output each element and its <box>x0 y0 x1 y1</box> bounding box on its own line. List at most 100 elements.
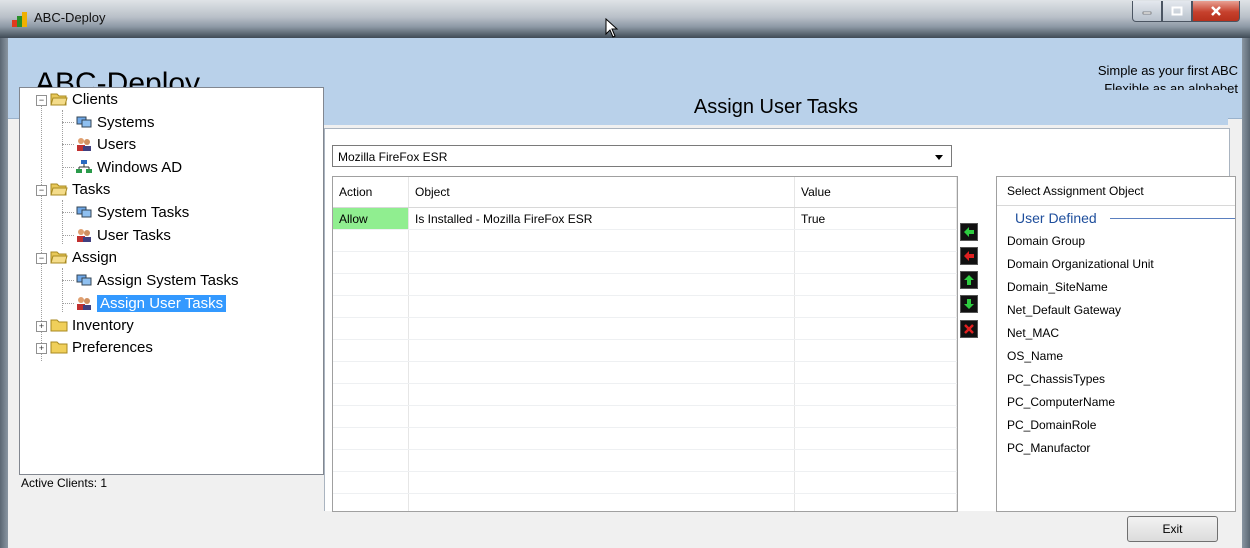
grid-header-row: Action Object Value <box>333 177 957 208</box>
tree-item-windows-ad[interactable]: Windows AD <box>75 156 182 178</box>
move-up-button[interactable] <box>960 271 978 289</box>
list-item[interactable]: PC_Manufactor <box>997 437 1235 460</box>
tree-item-label: User Tasks <box>97 226 171 244</box>
tree-connector <box>62 280 74 281</box>
delete-x-icon <box>964 324 974 334</box>
list-item[interactable]: OS_Name <box>997 345 1235 368</box>
table-row-empty <box>333 383 957 406</box>
computers-icon <box>76 206 92 218</box>
maximize-icon <box>1171 6 1183 16</box>
list-item[interactable]: Domain Group <box>997 230 1235 253</box>
tree-item-systems[interactable]: Systems <box>75 111 155 133</box>
tree-item-user-tasks[interactable]: User Tasks <box>75 224 171 246</box>
expand-inventory-toggle[interactable]: + <box>36 321 47 332</box>
list-item[interactable]: Net_Default Gateway <box>997 299 1235 322</box>
close-icon <box>1211 6 1221 16</box>
users-icon <box>77 297 91 310</box>
tree-item-clients[interactable]: Clients <box>50 88 118 110</box>
exit-button[interactable]: Exit <box>1127 516 1218 542</box>
list-item[interactable]: PC_ChassisTypes <box>997 368 1235 391</box>
list-item[interactable]: Domain_SiteName <box>997 276 1235 299</box>
status-active-clients: Active Clients: 1 <box>21 476 108 490</box>
group-label: User Defined <box>1015 210 1097 226</box>
panel-title: Assign User Tasks <box>324 90 1228 125</box>
open-folder-icon <box>50 93 68 106</box>
table-row-empty <box>333 361 957 384</box>
task-select-value: Mozilla FireFox ESR <box>338 150 448 164</box>
tree-connector <box>62 268 63 312</box>
cell-value[interactable]: True <box>794 207 957 230</box>
maximize-button[interactable] <box>1162 1 1192 22</box>
tree-item-label: Users <box>97 135 137 153</box>
tree-item-label: Windows AD <box>97 158 183 176</box>
collapse-tasks-toggle[interactable]: − <box>36 185 47 196</box>
list-item[interactable]: PC_DomainRole <box>997 414 1235 437</box>
remove-assignment-button[interactable] <box>960 247 978 265</box>
tree-item-label: Assign <box>72 248 118 266</box>
collapse-assign-toggle[interactable]: − <box>36 253 47 264</box>
tree-item-tasks[interactable]: Tasks <box>50 178 110 200</box>
tree-item-assign[interactable]: Assign <box>50 246 117 268</box>
table-row-empty <box>333 229 957 252</box>
list-item[interactable]: PC_ComputerName <box>997 391 1235 414</box>
tree-item-inventory[interactable]: Inventory <box>50 314 134 336</box>
network-tree-icon <box>76 160 92 173</box>
window-frame-left <box>0 38 8 548</box>
expand-preferences-toggle[interactable]: + <box>36 343 47 354</box>
cell-action[interactable]: Allow <box>333 207 409 230</box>
table-row-empty <box>333 427 957 450</box>
list-item[interactable]: Domain Organizational Unit <box>997 253 1235 276</box>
title-bar: ABC-Deploy <box>0 0 1250 38</box>
table-row-empty <box>333 295 957 318</box>
minimize-button[interactable] <box>1132 1 1162 22</box>
column-header-value[interactable]: Value <box>794 177 957 208</box>
tree-item-label: Clients <box>72 90 118 108</box>
tagline-line-1: Simple as your first ABC <box>1097 63 1238 78</box>
column-header-object[interactable]: Object <box>408 177 795 208</box>
table-row-empty <box>333 493 957 511</box>
table-row-empty <box>333 273 957 296</box>
tree-item-system-tasks[interactable]: System Tasks <box>75 201 189 223</box>
window-title: ABC-Deploy <box>34 10 106 25</box>
tree-item-preferences[interactable]: Preferences <box>50 336 153 358</box>
tree-connector <box>62 303 74 304</box>
open-folder-icon <box>50 183 68 196</box>
tree-connector <box>62 167 74 168</box>
tree-connector <box>62 200 63 244</box>
close-button[interactable] <box>1192 1 1240 22</box>
move-down-button[interactable] <box>960 295 978 313</box>
tree-item-label: Systems <box>97 113 155 131</box>
group-header-user-defined: User Defined <box>997 206 1235 230</box>
tree-item-label: Assign System Tasks <box>97 271 239 289</box>
open-folder-icon <box>50 251 68 264</box>
mouse-pointer-icon <box>605 18 619 38</box>
tree-item-users[interactable]: Users <box>75 133 136 155</box>
delete-button[interactable] <box>960 320 978 338</box>
app-icon <box>12 12 27 27</box>
add-assignment-button[interactable] <box>960 223 978 241</box>
tree-item-assign-user-tasks[interactable]: Assign User Tasks <box>75 292 227 314</box>
navigation-tree[interactable]: − Clients Systems Users Windows AD − Tas… <box>19 87 324 475</box>
tree-item-label-selected: Assign User Tasks <box>97 294 227 312</box>
tree-item-label: Tasks <box>72 180 111 198</box>
task-select-dropdown[interactable]: Mozilla FireFox ESR <box>332 145 952 167</box>
users-icon <box>77 229 91 242</box>
collapse-clients-toggle[interactable]: − <box>36 95 47 106</box>
tree-item-assign-system-tasks[interactable]: Assign System Tasks <box>75 269 238 291</box>
tree-connector <box>62 122 74 123</box>
arrow-left-red-icon <box>964 251 974 261</box>
table-row-empty <box>333 251 957 274</box>
tree-connector <box>62 235 74 236</box>
cell-object[interactable]: Is Installed - Mozilla FireFox ESR <box>408 207 795 230</box>
table-row-empty <box>333 471 957 494</box>
table-row[interactable]: Allow Is Installed - Mozilla FireFox ESR… <box>333 207 957 230</box>
tree-item-label: Inventory <box>72 316 134 334</box>
assignment-grid[interactable]: Action Object Value Allow Is Installed -… <box>332 176 958 512</box>
window-frame-right <box>1242 38 1250 548</box>
users-icon <box>77 138 91 151</box>
assignment-object-list[interactable]: Select Assignment Object User Defined Do… <box>996 176 1236 512</box>
table-row-empty <box>333 449 957 472</box>
column-header-action[interactable]: Action <box>333 177 409 208</box>
list-item[interactable]: Net_MAC <box>997 322 1235 345</box>
tree-connector <box>62 212 74 213</box>
